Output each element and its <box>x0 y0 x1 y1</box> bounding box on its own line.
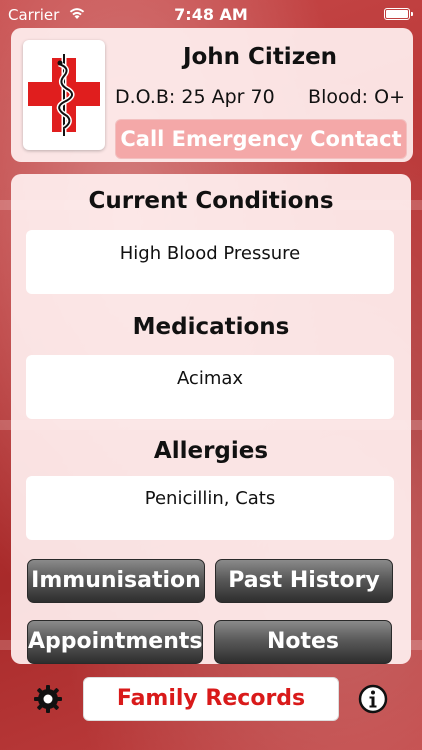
current-conditions-field[interactable]: High Blood Pressure <box>26 230 394 294</box>
dob-group: D.O.B: 25 Apr 70 <box>115 86 275 108</box>
immunisation-button[interactable]: Immunisation <box>27 559 205 603</box>
dob-label: D.O.B: <box>115 86 176 108</box>
blood-group: Blood: O+ <box>308 86 405 108</box>
allergies-value: Penicillin, Cats <box>144 488 276 509</box>
patient-name: John Citizen <box>182 44 338 70</box>
appointments-button[interactable]: Appointments <box>27 620 203 664</box>
medications-title: Medications <box>132 314 290 340</box>
status-time: 7:48 AM <box>174 5 248 24</box>
medical-info-card: Current Conditions High Blood Pressure M… <box>11 174 411 664</box>
medications-field[interactable]: Acimax <box>26 355 394 419</box>
battery-icon <box>384 8 413 20</box>
medical-cross-logo <box>23 40 105 150</box>
family-records-button[interactable]: Family Records <box>83 677 339 721</box>
info-icon[interactable] <box>358 684 388 714</box>
medications-value: Acimax <box>176 368 244 389</box>
profile-card: John Citizen D.O.B: 25 Apr 70 Blood: O+ … <box>11 28 413 162</box>
allergies-title: Allergies <box>153 438 269 464</box>
current-conditions-title: Current Conditions <box>88 188 334 214</box>
blood-label: Blood: <box>308 86 369 108</box>
allergies-field[interactable]: Penicillin, Cats <box>26 476 394 540</box>
gear-icon[interactable] <box>33 684 63 714</box>
dob-blood-row: D.O.B: 25 Apr 70 Blood: O+ <box>115 86 405 108</box>
dob-value: 25 Apr 70 <box>181 86 275 108</box>
notes-button[interactable]: Notes <box>214 620 392 664</box>
call-emergency-contact-button[interactable]: Call Emergency Contact <box>115 119 407 159</box>
past-history-button[interactable]: Past History <box>215 559 393 603</box>
blood-value: O+ <box>374 86 405 108</box>
current-conditions-value: High Blood Pressure <box>119 243 301 264</box>
status-bar: Carrier 7:48 AM <box>0 0 422 30</box>
